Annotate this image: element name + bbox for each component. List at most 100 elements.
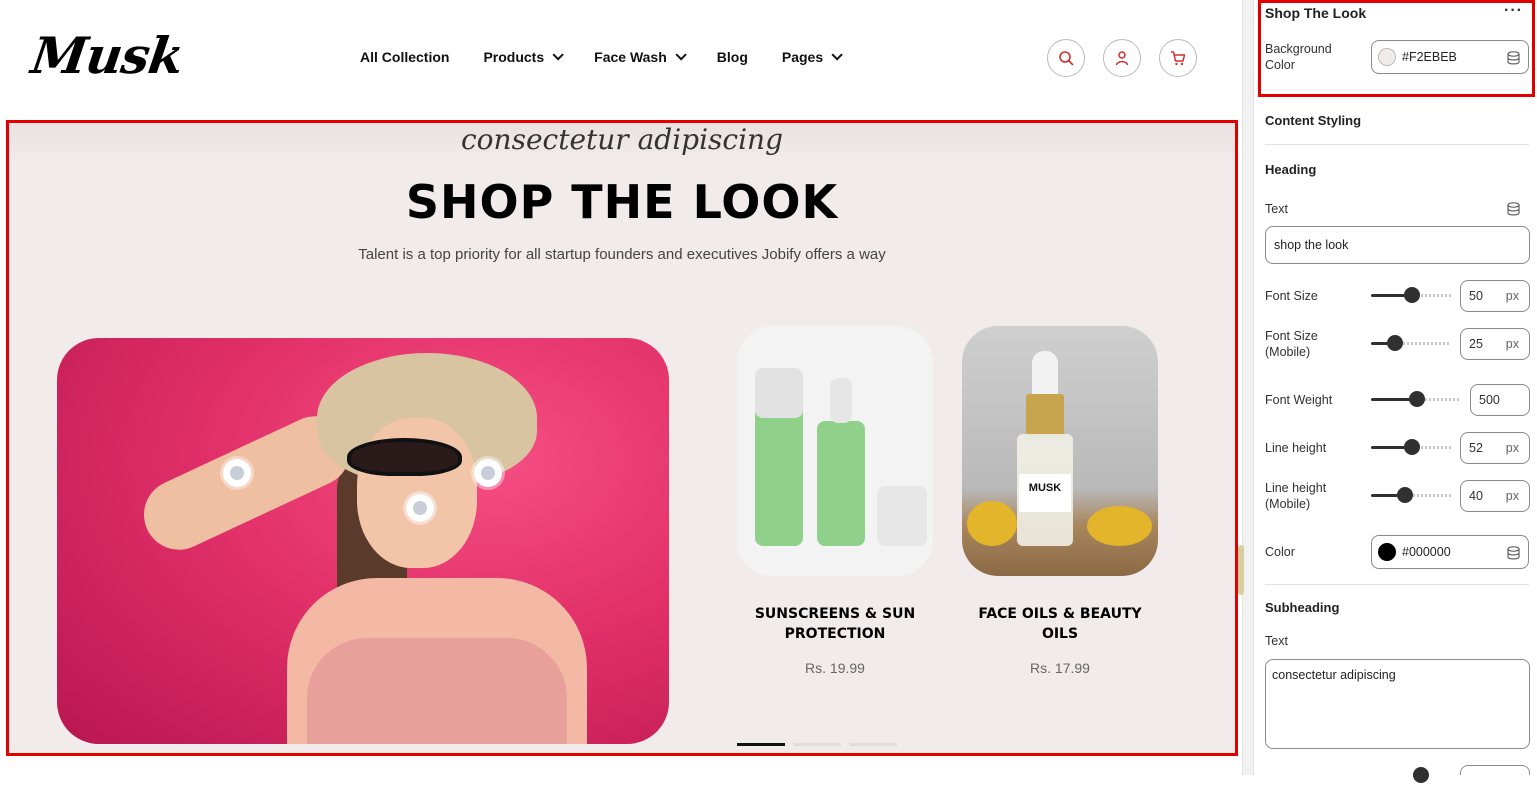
- shop-the-look-section[interactable]: consectetur adipiscing SHOP THE LOOK Tal…: [6, 120, 1238, 756]
- database-icon[interactable]: [1507, 546, 1520, 560]
- hotspot-3[interactable]: [406, 494, 434, 522]
- line-height-input[interactable]: 52 px: [1460, 432, 1530, 464]
- product-price: Rs. 19.99: [805, 660, 865, 676]
- color-swatch[interactable]: [1378, 543, 1396, 561]
- unit-label: px: [1505, 289, 1519, 303]
- number-value: 52: [1469, 441, 1483, 455]
- unit-label: px: [1505, 337, 1519, 351]
- product-bottle-cap: [755, 368, 803, 418]
- main-nav: All Collection Products Face Wash Blog P…: [360, 49, 873, 65]
- model-dress: [307, 638, 567, 744]
- product-card[interactable]: SUNSCREENS & SUN PROTECTION Rs. 19.99: [737, 326, 933, 676]
- slider-thumb[interactable]: [1404, 439, 1420, 455]
- hotspot-1[interactable]: [223, 459, 251, 487]
- slider-thumb[interactable]: [1413, 767, 1429, 783]
- subheading-text-label: Text: [1265, 634, 1288, 648]
- section-description: Talent is a top priority for all startup…: [358, 246, 886, 263]
- color-swatch[interactable]: [1378, 48, 1396, 66]
- panel-divider: [1242, 0, 1254, 775]
- unit-label: px: [1505, 441, 1519, 455]
- color-value: #F2EBEB: [1402, 50, 1457, 64]
- section-subheading: consectetur adipiscing: [461, 123, 783, 156]
- subheading-text-input[interactable]: consectetur adipiscing: [1265, 659, 1530, 749]
- font-size-label: Font Size: [1265, 289, 1318, 303]
- background-color-label: Background Color: [1265, 42, 1332, 72]
- pager-dot-active[interactable]: [737, 743, 785, 746]
- account-button[interactable]: [1103, 39, 1141, 77]
- product-cap-glass: [877, 486, 927, 546]
- line-height-mobile-input[interactable]: 40 px: [1460, 480, 1530, 512]
- font-size-input[interactable]: 50 px: [1460, 280, 1530, 312]
- cart-icon: [1171, 51, 1186, 66]
- divider: [1265, 144, 1529, 145]
- product-pump: [830, 378, 852, 423]
- heading-color-field[interactable]: #000000: [1371, 535, 1529, 569]
- font-size-mobile-label: Font Size (Mobile): [1265, 329, 1318, 359]
- nav-blog[interactable]: Blog: [717, 49, 748, 65]
- settings-panel: Shop The Look ··· Background Color #F2EB…: [1255, 0, 1537, 783]
- unit-label: px: [1505, 489, 1519, 503]
- search-button[interactable]: [1047, 39, 1085, 77]
- dropper-cap: [1026, 394, 1064, 436]
- product-bottle: [817, 421, 865, 546]
- number-value: 50: [1469, 289, 1483, 303]
- cart-button[interactable]: [1159, 39, 1197, 77]
- nav-face-wash[interactable]: Face Wash: [594, 49, 687, 65]
- number-value: 40: [1469, 489, 1483, 503]
- more-options-icon[interactable]: ···: [1504, 2, 1523, 20]
- slider-thumb[interactable]: [1387, 335, 1403, 351]
- panel-title: Shop The Look: [1265, 5, 1367, 21]
- site-logo[interactable]: Musk: [28, 26, 187, 85]
- color-value: #000000: [1402, 545, 1451, 559]
- subheading-section-title: Subheading: [1265, 600, 1340, 615]
- slider-thumb[interactable]: [1404, 287, 1420, 303]
- resize-handle[interactable]: [1238, 545, 1244, 595]
- user-icon: [1115, 51, 1129, 66]
- pager-dot[interactable]: [849, 743, 897, 746]
- store-preview: Musk All Collection Products Face Wash B…: [0, 0, 1242, 775]
- chevron-down-icon: [831, 49, 843, 61]
- mimosa-flowers: [967, 501, 1017, 546]
- nav-label: Blog: [716, 49, 748, 65]
- product-image[interactable]: [737, 326, 933, 576]
- nav-all-collection[interactable]: All Collection: [360, 49, 449, 65]
- slider-thumb[interactable]: [1409, 391, 1425, 407]
- heading-text-label: Text: [1265, 202, 1288, 216]
- nav-pages[interactable]: Pages: [781, 49, 843, 65]
- font-weight-input[interactable]: 500: [1470, 384, 1530, 416]
- pager-dot[interactable]: [793, 743, 841, 746]
- slider-thumb[interactable]: [1397, 487, 1413, 503]
- dropper-bulb: [1032, 351, 1058, 396]
- product-name[interactable]: SUNSCREENS & SUN PROTECTION: [737, 604, 933, 644]
- next-input-partial[interactable]: [1460, 765, 1530, 775]
- nav-label: All Collection: [360, 49, 450, 65]
- font-weight-label: Font Weight: [1265, 393, 1333, 407]
- nav-products[interactable]: Products: [483, 49, 564, 65]
- nav-label: Products: [483, 49, 545, 65]
- content-styling-title[interactable]: Content Styling: [1265, 113, 1361, 128]
- font-size-mobile-input[interactable]: 25 px: [1460, 328, 1530, 360]
- heading-text-input[interactable]: shop the look: [1265, 226, 1530, 264]
- model-sunglasses: [347, 438, 462, 476]
- hotspot-2[interactable]: [474, 459, 502, 487]
- line-height-mobile-label: Line height (Mobile): [1265, 481, 1327, 511]
- bottle-label: MUSK: [1019, 474, 1071, 512]
- product-card[interactable]: MUSK FACE OILS & BEAUTY OILS Rs. 17.99: [962, 326, 1158, 676]
- heading-color-label: Color: [1265, 545, 1295, 559]
- chevron-down-icon: [552, 49, 564, 61]
- database-icon[interactable]: [1507, 51, 1520, 65]
- product-image[interactable]: MUSK: [962, 326, 1158, 576]
- product-price: Rs. 17.99: [1030, 660, 1090, 676]
- number-value: 500: [1479, 393, 1500, 407]
- mimosa-flowers: [1087, 506, 1152, 546]
- product-name[interactable]: FACE OILS & BEAUTY OILS: [962, 604, 1158, 644]
- divider: [1265, 584, 1529, 585]
- background-color-field[interactable]: #F2EBEB: [1371, 40, 1529, 74]
- site-header: Musk All Collection Products Face Wash B…: [0, 0, 1242, 118]
- database-icon[interactable]: [1507, 202, 1520, 216]
- chevron-down-icon: [675, 49, 687, 61]
- section-heading: SHOP THE LOOK: [405, 175, 839, 229]
- nav-label: Face Wash: [594, 49, 667, 65]
- nav-label: Pages: [781, 49, 824, 65]
- heading-section-title: Heading: [1265, 162, 1317, 177]
